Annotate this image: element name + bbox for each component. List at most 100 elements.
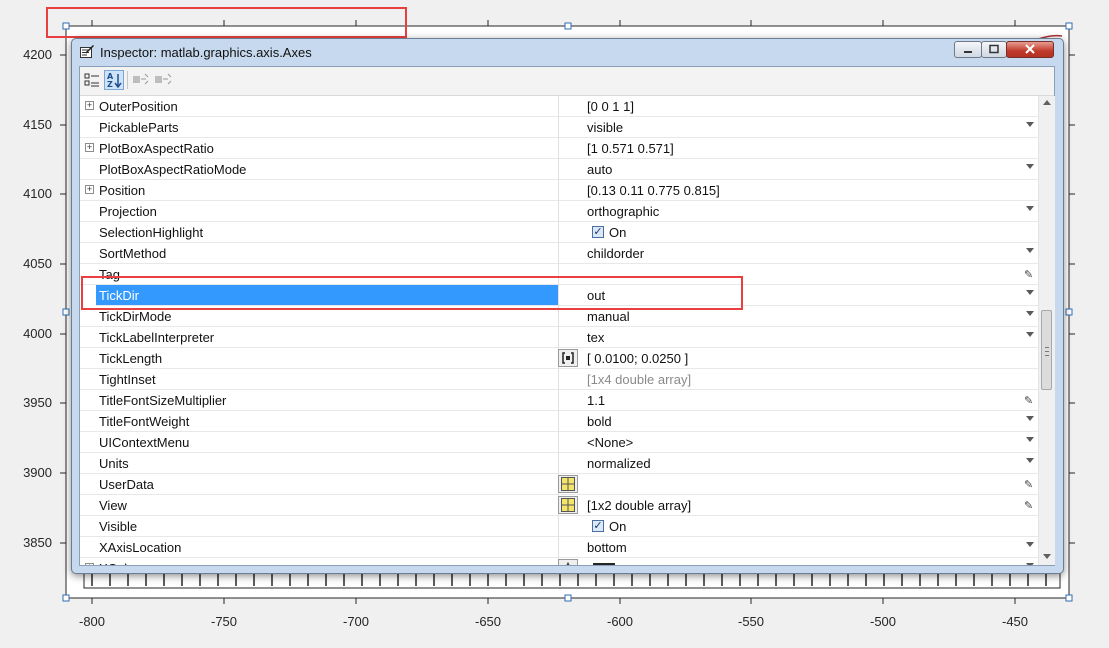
property-row-plotboxaspectratio[interactable]: + PlotBoxAspectRatio [1 0.571 0.571] bbox=[80, 138, 1038, 159]
scroll-up-arrow-icon[interactable] bbox=[1043, 100, 1051, 105]
property-name-cell[interactable]: PlotBoxAspectRatioMode bbox=[80, 159, 559, 180]
property-value-cell[interactable]: 1.1 ✎ bbox=[559, 390, 1038, 411]
dropdown-arrow-icon[interactable] bbox=[1026, 290, 1034, 295]
property-value: bottom bbox=[587, 540, 627, 555]
property-name-cell[interactable]: Units bbox=[80, 453, 559, 474]
property-value-cell[interactable]: ✓ On bbox=[559, 222, 1038, 243]
property-row-selectionhighlight[interactable]: SelectionHighlight ✓ On bbox=[80, 222, 1038, 243]
property-name-cell[interactable]: PickableParts bbox=[80, 117, 559, 138]
property-name-cell[interactable]: View bbox=[80, 495, 578, 516]
dropdown-arrow-icon[interactable] bbox=[1026, 332, 1034, 337]
color-swatch[interactable] bbox=[593, 563, 615, 565]
property-value-cell[interactable]: ✓ On bbox=[559, 516, 1038, 537]
property-value-cell[interactable]: childorder bbox=[559, 243, 1038, 264]
property-name-cell[interactable]: + OuterPosition bbox=[80, 96, 559, 117]
property-value-cell[interactable]: [1x2 double array] ✎ bbox=[559, 495, 1038, 516]
property-row-view[interactable]: View [1x2 double array] ✎ bbox=[80, 495, 1038, 516]
alphabetical-sort-button[interactable]: A Z bbox=[104, 70, 124, 90]
pencil-edit-icon[interactable]: ✎ bbox=[1024, 268, 1033, 281]
property-value-cell[interactable]: [1x4 double array] bbox=[559, 369, 1038, 390]
property-name-cell[interactable]: SelectionHighlight bbox=[80, 222, 559, 243]
dropdown-arrow-icon[interactable] bbox=[1026, 311, 1034, 316]
property-value-cell[interactable]: tex bbox=[559, 327, 1038, 348]
property-row-uicontextmenu[interactable]: UIContextMenu <None> bbox=[80, 432, 1038, 453]
property-row-xcolor[interactable]: + XColor bbox=[80, 558, 1038, 565]
property-name-cell[interactable]: TightInset bbox=[80, 369, 559, 390]
title-bar[interactable]: Inspector: matlab.graphics.axis.Axes bbox=[72, 39, 1063, 65]
property-value-cell[interactable]: visible bbox=[559, 117, 1038, 138]
property-value-cell[interactable] bbox=[559, 558, 1038, 565]
property-row-pickableparts[interactable]: PickableParts visible bbox=[80, 117, 1038, 138]
property-value-cell[interactable]: [0 0 1 1] bbox=[559, 96, 1038, 117]
scrollbar-thumb[interactable] bbox=[1041, 310, 1052, 390]
dropdown-arrow-icon[interactable] bbox=[1026, 416, 1034, 421]
property-name-cell[interactable]: Visible bbox=[80, 516, 559, 537]
collapse-all-button[interactable] bbox=[153, 70, 173, 90]
property-value-cell[interactable]: orthographic bbox=[559, 201, 1038, 222]
property-name-cell[interactable]: XAxisLocation bbox=[80, 537, 559, 558]
property-value-cell[interactable]: bold bbox=[559, 411, 1038, 432]
minimize-button[interactable] bbox=[954, 41, 982, 58]
property-row-titlefontsizemultiplier[interactable]: TitleFontSizeMultiplier 1.1 ✎ bbox=[80, 390, 1038, 411]
property-name-cell[interactable]: + XColor bbox=[80, 558, 578, 565]
categorized-view-button[interactable] bbox=[82, 70, 102, 90]
pencil-edit-icon[interactable]: ✎ bbox=[1024, 499, 1033, 512]
maximize-button[interactable] bbox=[981, 41, 1007, 58]
expand-all-button[interactable] bbox=[131, 70, 151, 90]
property-value-cell[interactable]: auto bbox=[559, 159, 1038, 180]
property-name-cell[interactable]: SortMethod bbox=[80, 243, 559, 264]
property-row-plotboxaspectratiomode[interactable]: PlotBoxAspectRatioMode auto bbox=[80, 159, 1038, 180]
checkbox-icon[interactable]: ✓ bbox=[592, 226, 604, 238]
dropdown-arrow-icon[interactable] bbox=[1026, 563, 1034, 565]
property-row-units[interactable]: Units normalized bbox=[80, 453, 1038, 474]
pencil-edit-icon[interactable]: ✎ bbox=[1024, 394, 1033, 407]
dropdown-arrow-icon[interactable] bbox=[1026, 164, 1034, 169]
property-name-cell[interactable]: TickLabelInterpreter bbox=[80, 327, 559, 348]
checkbox-icon[interactable]: ✓ bbox=[592, 520, 604, 532]
property-name-cell[interactable]: Projection bbox=[80, 201, 559, 222]
inspector-client-area: A Z + OuterPosition [0 0 1 1] PickablePa… bbox=[79, 66, 1055, 566]
property-value-cell[interactable]: normalized bbox=[559, 453, 1038, 474]
property-row-ticklength[interactable]: TickLength [ 0.0100; 0.0250 ] bbox=[80, 348, 1038, 369]
property-row-outerposition[interactable]: + OuterPosition [0 0 1 1] bbox=[80, 96, 1038, 117]
property-name-cell[interactable]: TitleFontSizeMultiplier bbox=[80, 390, 559, 411]
pencil-edit-icon[interactable]: ✎ bbox=[1024, 478, 1033, 491]
property-name-cell[interactable]: TickLength bbox=[80, 348, 578, 369]
property-name-cell[interactable]: UIContextMenu bbox=[80, 432, 559, 453]
scroll-down-arrow-icon[interactable] bbox=[1043, 554, 1051, 559]
property-row-projection[interactable]: Projection orthographic bbox=[80, 201, 1038, 222]
dropdown-arrow-icon[interactable] bbox=[1026, 206, 1034, 211]
vertical-scrollbar[interactable] bbox=[1038, 96, 1055, 565]
property-value-cell[interactable]: ✎ bbox=[559, 474, 1038, 495]
property-value-cell[interactable]: bottom bbox=[559, 537, 1038, 558]
property-name: Position bbox=[99, 183, 146, 198]
expand-plus-icon[interactable]: + bbox=[85, 563, 94, 565]
minimize-icon bbox=[964, 51, 972, 53]
expand-plus-icon[interactable]: + bbox=[85, 143, 94, 152]
property-value-cell[interactable]: [ 0.0100; 0.0250 ] bbox=[559, 348, 1038, 369]
expand-plus-icon[interactable]: + bbox=[85, 185, 94, 194]
dropdown-arrow-icon[interactable] bbox=[1026, 458, 1034, 463]
property-row-visible[interactable]: Visible ✓ On bbox=[80, 516, 1038, 537]
dropdown-arrow-icon[interactable] bbox=[1026, 122, 1034, 127]
property-row-position[interactable]: + Position [0.13 0.11 0.775 0.815] bbox=[80, 180, 1038, 201]
dropdown-arrow-icon[interactable] bbox=[1026, 248, 1034, 253]
property-name-cell[interactable]: TitleFontWeight bbox=[80, 411, 559, 432]
property-row-titlefontweight[interactable]: TitleFontWeight bold bbox=[80, 411, 1038, 432]
property-row-tightinset[interactable]: TightInset [1x4 double array] bbox=[80, 369, 1038, 390]
property-name-cell[interactable]: UserData bbox=[80, 474, 578, 495]
property-name-cell[interactable]: + Position bbox=[80, 180, 559, 201]
property-row-sortmethod[interactable]: SortMethod childorder bbox=[80, 243, 1038, 264]
property-row-xaxislocation[interactable]: XAxisLocation bottom bbox=[80, 537, 1038, 558]
y-tick-label: 3900 bbox=[23, 465, 52, 480]
close-button[interactable] bbox=[1006, 41, 1054, 58]
dropdown-arrow-icon[interactable] bbox=[1026, 437, 1034, 442]
property-value-cell[interactable]: <None> bbox=[559, 432, 1038, 453]
property-row-userdata[interactable]: UserData ✎ bbox=[80, 474, 1038, 495]
expand-plus-icon[interactable]: + bbox=[85, 101, 94, 110]
property-value-cell[interactable]: [0.13 0.11 0.775 0.815] bbox=[559, 180, 1038, 201]
property-row-ticklabelinterpreter[interactable]: TickLabelInterpreter tex bbox=[80, 327, 1038, 348]
dropdown-arrow-icon[interactable] bbox=[1026, 542, 1034, 547]
property-value-cell[interactable]: [1 0.571 0.571] bbox=[559, 138, 1038, 159]
property-name-cell[interactable]: + PlotBoxAspectRatio bbox=[80, 138, 559, 159]
